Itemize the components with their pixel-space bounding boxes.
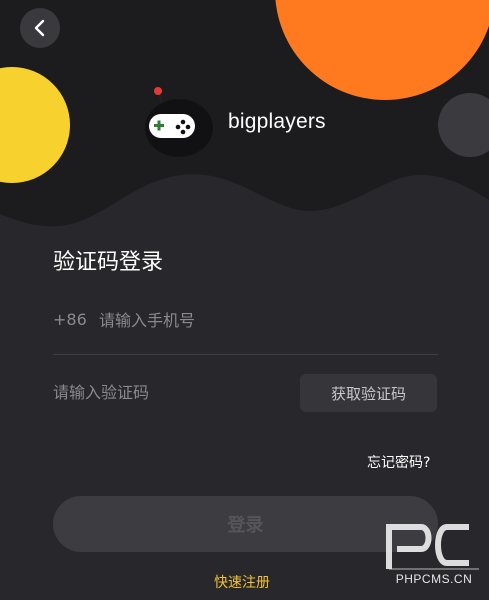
watermark-site-text: PHPCMS.CN bbox=[395, 572, 473, 586]
page-title: 验证码登录 bbox=[53, 250, 164, 275]
back-button[interactable] bbox=[20, 8, 60, 48]
forgot-password-link[interactable]: 忘记密码? bbox=[367, 452, 430, 472]
robot-gamepad-logo bbox=[145, 87, 213, 157]
register-link[interactable]: 快速注册 bbox=[214, 572, 270, 592]
phone-divider bbox=[53, 354, 438, 355]
brand-name: bigplayers bbox=[228, 110, 326, 133]
chevron-left-icon bbox=[34, 19, 45, 37]
login-button[interactable]: 登录 bbox=[53, 496, 438, 552]
phone-input[interactable] bbox=[99, 306, 429, 334]
get-code-button[interactable]: 获取验证码 bbox=[300, 374, 437, 412]
country-code[interactable]: +86 bbox=[53, 310, 87, 329]
code-input[interactable] bbox=[53, 378, 283, 406]
